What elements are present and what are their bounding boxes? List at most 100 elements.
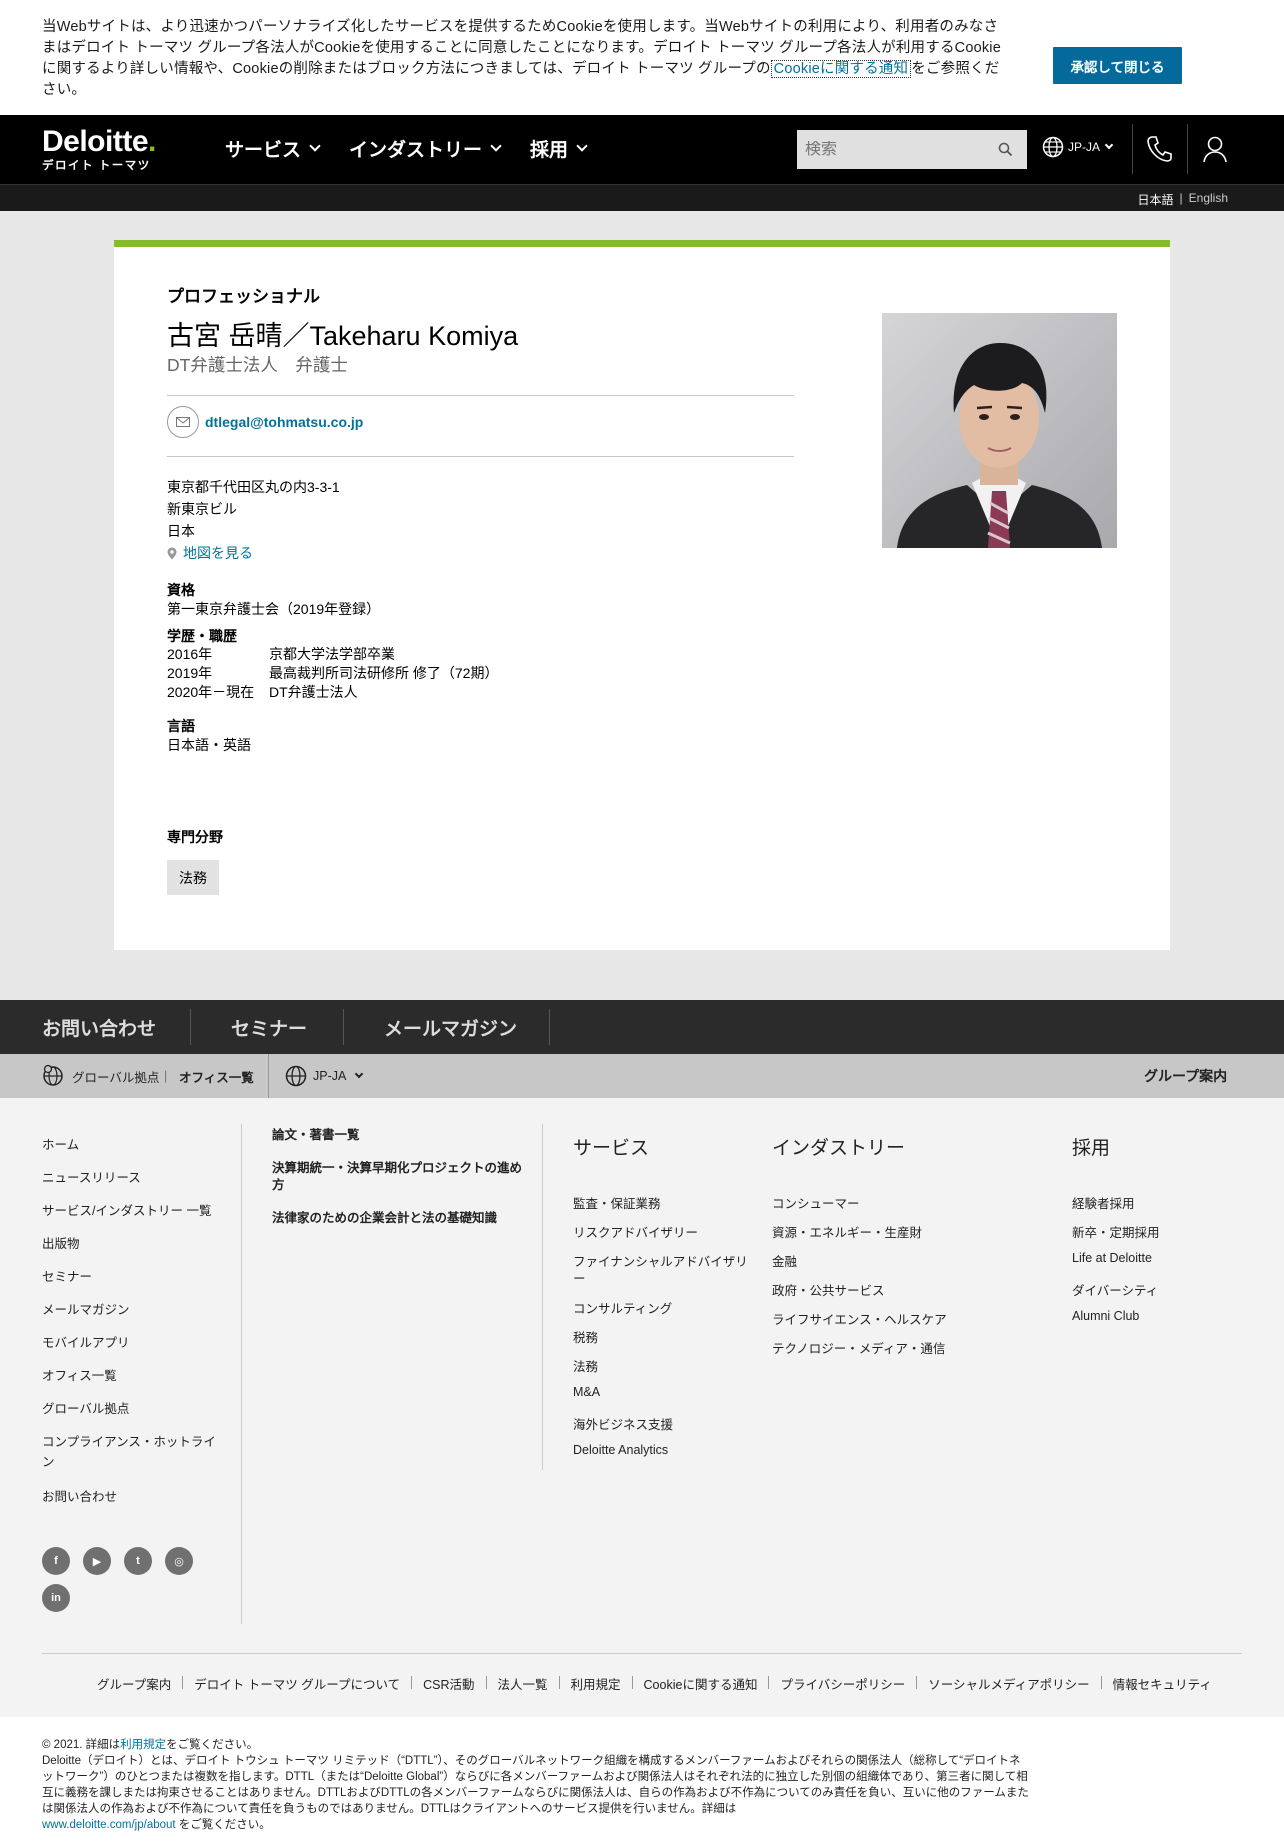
bottom-link[interactable]: 利用規定: [571, 1674, 621, 1693]
bottom-link[interactable]: ソーシャルメディアポリシー: [928, 1674, 1089, 1693]
email-link[interactable]: dtlegal@tohmatsu.co.jp: [205, 414, 363, 430]
global-offices-link[interactable]: グローバル拠点: [42, 1054, 159, 1098]
locale-selector[interactable]: JP-JA: [1042, 136, 1114, 158]
footer-link[interactable]: ライフサイエンス・ヘルスケア: [772, 1309, 947, 1328]
nav-recruit[interactable]: 採用: [530, 135, 588, 162]
footer-link[interactable]: 法務: [573, 1356, 598, 1375]
bottom-link[interactable]: グループ案内: [97, 1674, 171, 1693]
deloitte-logo[interactable]: Deloitte. デロイト トーマツ: [42, 126, 156, 173]
career-list: 2016年 京都大学法学部卒業 2019年 最高裁判所司法研修所 修了（72期） 2…: [167, 645, 498, 702]
footer-link[interactable]: モバイルアプリ: [42, 1332, 130, 1351]
footer-link[interactable]: 監査・保証業務: [573, 1193, 661, 1212]
footer-link[interactable]: コンシューマー: [772, 1193, 860, 1212]
bottom-link[interactable]: プライバシーポリシー: [780, 1674, 905, 1693]
footer-link[interactable]: ダイバーシティ: [1072, 1280, 1158, 1299]
footer-link[interactable]: ファイナンシャルアドバイザリ: [573, 1251, 748, 1270]
bottom-links: グループ案内 デロイト トーマツ グループについて CSR活動 法人一覧 利用規…: [97, 1674, 1212, 1693]
footer-link[interactable]: 決算期統一・決算早期化プロジェクトの進め: [272, 1157, 522, 1176]
bottom-link[interactable]: 法人一覧: [498, 1674, 548, 1693]
phone-icon[interactable]: [1146, 135, 1172, 163]
footer-link[interactable]: メールマガジン: [42, 1299, 130, 1318]
globe-pin-icon: [43, 1064, 63, 1086]
footer-link[interactable]: 論文・著書一覧: [272, 1124, 360, 1143]
main-nav: サービス インダストリー 採用: [225, 135, 588, 162]
cookie-notice-link[interactable]: Cookieに関する通知: [770, 60, 912, 78]
footer-link[interactable]: 新卒・定期採用: [1072, 1222, 1160, 1241]
footer-recruit-heading[interactable]: 採用: [1072, 1133, 1110, 1160]
footer-divider: [542, 1124, 543, 1470]
footer-tabs: お問い合わせ セミナー メールマガジン: [0, 1000, 1284, 1054]
footer-link[interactable]: コンプライアンス・ホットライ: [42, 1431, 216, 1450]
bottom-link[interactable]: CSR活動: [423, 1674, 474, 1693]
chevron-down-icon: [309, 140, 321, 152]
office-list-link[interactable]: オフィス一覧: [179, 1054, 254, 1098]
footer-link[interactable]: 法律家のための企業会計と法の基礎知識: [272, 1207, 497, 1226]
footer-link[interactable]: Deloitte Analytics: [573, 1443, 668, 1457]
about-link[interactable]: www.deloitte.com/jp/about: [42, 1819, 176, 1831]
bottom-link[interactable]: Cookieに関する通知: [644, 1674, 758, 1693]
footer-link[interactable]: コンサルティング: [573, 1298, 672, 1317]
footer-locale-selector[interactable]: JP-JA: [285, 1054, 364, 1098]
footer-link[interactable]: Life at Deloitte: [1072, 1251, 1152, 1265]
twitter-icon[interactable]: t: [124, 1547, 152, 1575]
nav-industry-label: インダストリー: [349, 140, 483, 161]
footer-link[interactable]: リスクアドバイザリー: [573, 1222, 698, 1241]
footer-link[interactable]: 方: [272, 1174, 285, 1193]
user-icon[interactable]: [1202, 135, 1228, 163]
nav-services[interactable]: サービス: [225, 135, 321, 162]
group-guide-link[interactable]: グループ案内: [1144, 1054, 1227, 1098]
facebook-icon[interactable]: f: [42, 1547, 70, 1575]
footer-link[interactable]: グローバル拠点: [42, 1398, 129, 1417]
footer-link[interactable]: 出版物: [42, 1233, 80, 1252]
divider: [343, 1009, 344, 1045]
footer-link[interactable]: 海外ビジネス支援: [573, 1414, 673, 1433]
chevron-down-icon: [355, 1069, 364, 1078]
footer-bar-separator: |: [164, 1069, 168, 1083]
footer-link[interactable]: 金融: [772, 1251, 797, 1270]
accept-cookie-button[interactable]: 承認して閉じる: [1053, 47, 1182, 84]
footer-services-heading[interactable]: サービス: [573, 1133, 649, 1160]
footer-tab-mailmagazine[interactable]: メールマガジン: [384, 1000, 517, 1054]
footer-link[interactable]: Alumni Club: [1072, 1309, 1139, 1323]
career-desc: 京都大学法学部卒業: [269, 646, 395, 662]
lang-en-link[interactable]: English: [1189, 191, 1228, 208]
footer-link[interactable]: 政府・公共サービス: [772, 1280, 885, 1299]
terms-link[interactable]: 利用規定: [120, 1739, 166, 1751]
youtube-icon[interactable]: ▶: [83, 1547, 111, 1575]
footer-link[interactable]: セミナー: [42, 1266, 92, 1285]
footer-link[interactable]: 経験者採用: [1072, 1193, 1135, 1212]
header-divider: [1132, 124, 1133, 174]
search-input[interactable]: [805, 140, 990, 159]
footer-tab-contact[interactable]: お問い合わせ: [42, 1000, 156, 1054]
footer-link[interactable]: 資源・エネルギー・生産財: [772, 1222, 922, 1241]
footer-tab-seminar[interactable]: セミナー: [231, 1000, 307, 1054]
lang-ja-link[interactable]: 日本語: [1138, 191, 1174, 208]
footer-link[interactable]: オフィス一覧: [42, 1365, 117, 1384]
footer-link[interactable]: お問い合わせ: [42, 1486, 117, 1505]
career-row: 2020年－現在 DT弁護士法人: [167, 683, 498, 702]
address-line: 新東京ビル: [167, 501, 237, 517]
copyright-end: をご覧ください。: [166, 1739, 259, 1751]
legal-end: をご覧ください。: [175, 1819, 271, 1831]
map-link[interactable]: 地図を見る: [167, 542, 340, 564]
footer-link[interactable]: 税務: [573, 1327, 598, 1346]
bottom-link[interactable]: デロイト トーマツ グループについて: [194, 1674, 400, 1693]
footer-link[interactable]: ー: [573, 1268, 586, 1287]
nav-industry[interactable]: インダストリー: [349, 135, 502, 162]
footer-link[interactable]: M&A: [573, 1385, 600, 1399]
footer-link[interactable]: ン: [42, 1451, 55, 1470]
search-box: [797, 130, 1027, 169]
search-icon[interactable]: [998, 142, 1013, 157]
footer-link[interactable]: ホーム: [42, 1134, 79, 1153]
linkedin-icon[interactable]: in: [42, 1584, 70, 1612]
email-icon[interactable]: [167, 406, 199, 438]
language-text: 日本語・英語: [167, 737, 251, 753]
footer-industry-heading[interactable]: インダストリー: [772, 1133, 905, 1160]
footer-link[interactable]: サービス/インダストリー 一覧: [42, 1200, 211, 1219]
specialty-tag[interactable]: 法務: [167, 860, 219, 895]
bottom-link[interactable]: 情報セキュリティ: [1113, 1674, 1212, 1693]
instagram-icon[interactable]: ◎: [165, 1547, 193, 1575]
footer-link[interactable]: テクノロジー・メディア・通信: [772, 1338, 945, 1357]
footer-link[interactable]: ニュースリリース: [42, 1167, 141, 1186]
career-year: 2020年－現在: [167, 684, 255, 700]
